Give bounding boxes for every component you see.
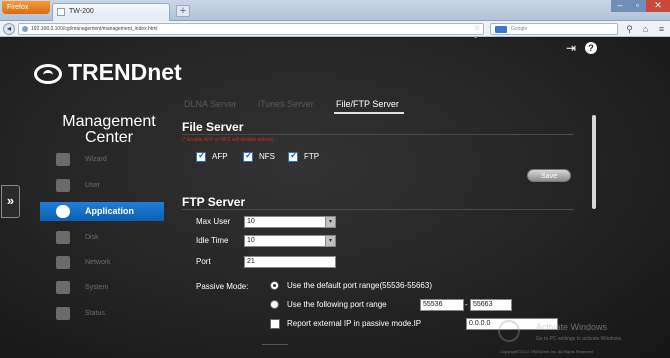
sidebar-item-label: Disk <box>85 234 99 241</box>
chevron-down-icon: ▾ <box>325 217 335 227</box>
url-input[interactable]: 192.168.0.100/cgi/management/management_… <box>18 23 484 52</box>
search-engine-icon[interactable] <box>495 26 507 33</box>
browser-tab-title: TW-200 <box>69 8 94 15</box>
divider <box>182 209 574 210</box>
tab-dlna-server[interactable]: DLNA Server <box>184 98 237 110</box>
chevron-down-icon: ▾ <box>325 236 335 246</box>
logo-text: TRENDnet <box>68 59 182 85</box>
tab-file-ftp-server[interactable]: File/FTP Server <box>336 98 399 110</box>
window-close-button[interactable]: ✕ <box>646 0 670 12</box>
trendnet-logo-icon <box>34 64 62 84</box>
sidebar-item-user[interactable]: User <box>40 176 164 195</box>
sign-out-icon[interactable]: ⇥ <box>566 42 578 54</box>
scrollbar-thumb[interactable] <box>592 115 596 209</box>
tab-itunes-server[interactable]: iTunes Server <box>258 98 314 110</box>
wizard-icon <box>56 153 70 166</box>
browser-nav-bar: ◂ 192.168.0.100/cgi/management/managemen… <box>0 21 670 52</box>
menu-icon[interactable]: ≡ <box>656 24 667 35</box>
system-icon <box>56 281 70 294</box>
site-identity-icon[interactable] <box>22 26 28 32</box>
sidebar-item-system[interactable]: System <box>40 278 164 297</box>
user-icon <box>56 179 70 192</box>
max-user-label: Max User <box>196 217 231 226</box>
sidebar-title-line1: Management <box>62 113 156 130</box>
activate-windows-subtitle: Go to PC settings to activate Windows. <box>536 336 623 342</box>
sidebar-title: Management Center <box>40 114 178 146</box>
sidebar-item-disk[interactable]: Disk <box>40 228 164 247</box>
watermark-logo-icon <box>498 320 520 342</box>
copyright-text: Copyright©2013 TRENDnet Inc. All Rights … <box>500 349 593 354</box>
passive-default-label: Use the default port range(55536-55663) <box>287 281 432 290</box>
help-icon[interactable]: ? <box>585 42 597 54</box>
report-ip-checkbox[interactable] <box>270 319 280 329</box>
page-content: TRENDnet ⇥ ? Management Center Wizard Us… <box>0 38 670 358</box>
window-minimize-button[interactable]: – <box>611 0 629 12</box>
firefox-menu-button[interactable]: Firefox <box>2 1 50 14</box>
browser-tab[interactable]: TW-200 <box>52 3 170 21</box>
divider <box>182 134 574 135</box>
activate-windows-title: Activate Windows <box>536 322 608 332</box>
afp-label: AFP <box>212 152 228 161</box>
home-icon[interactable]: ⌂ <box>640 24 651 35</box>
sidebar-item-label: User <box>85 182 100 189</box>
search-input[interactable]: Google <box>490 23 618 35</box>
save-button[interactable]: Save <box>527 169 571 182</box>
disk-icon <box>56 231 70 244</box>
passive-custom-radio[interactable] <box>270 300 279 309</box>
file-server-note: (* Enable AFP or NFS will disable eplock… <box>182 137 274 143</box>
sidebar-item-label: Network <box>85 259 111 266</box>
ftp-label: FTP <box>304 152 320 161</box>
ftp-server-title: FTP Server <box>182 195 246 209</box>
idle-time-select[interactable]: 10 ▾ <box>244 235 336 247</box>
divider <box>262 344 288 345</box>
sidebar-title-line2: Center <box>84 129 134 146</box>
active-tab-indicator <box>334 112 404 114</box>
sidebar-item-status[interactable]: Status <box>40 304 164 323</box>
passive-mode-label: Passive Mode: <box>196 282 249 291</box>
port-range-start-input[interactable]: 55536 <box>420 299 464 311</box>
afp-checkbox[interactable] <box>196 150 206 162</box>
idle-time-label: Idle Time <box>196 236 229 245</box>
application-icon <box>56 205 70 218</box>
browser-tab-bar: Firefox TW-200 + – ▫ ✕ <box>0 0 670 21</box>
passive-custom-label: Use the following port range <box>287 300 387 309</box>
port-label: Port <box>196 257 211 266</box>
status-icon <box>56 307 70 320</box>
sidebar-item-label: Application <box>85 206 134 216</box>
passive-default-radio[interactable] <box>270 281 279 290</box>
window-maximize-button[interactable]: ▫ <box>629 0 646 12</box>
sidebar-expand-button[interactable]: » <box>1 185 20 218</box>
sidebar-item-application[interactable]: Application <box>40 202 164 221</box>
sidebar-item-network[interactable]: Network <box>40 253 164 272</box>
max-user-value: 10 <box>247 218 255 225</box>
sidebar-item-label: Wizard <box>85 156 107 163</box>
max-user-select[interactable]: 10 ▾ <box>244 216 336 228</box>
port-input[interactable]: 21 <box>244 256 336 268</box>
report-ip-label: Report external IP in passive mode.IP <box>287 319 422 328</box>
idle-time-value: 10 <box>247 237 255 244</box>
file-server-title: File Server <box>182 120 244 134</box>
url-text: 192.168.0.100/cgi/management/management_… <box>31 26 158 32</box>
search-placeholder: Google <box>511 26 528 32</box>
new-tab-button[interactable]: + <box>176 5 190 17</box>
sidebar-item-wizard[interactable]: Wizard <box>40 150 164 169</box>
nfs-checkbox[interactable] <box>243 150 253 162</box>
network-icon <box>56 256 70 269</box>
sidebar-item-label: System <box>85 284 109 291</box>
back-arrow-icon[interactable]: ◂ <box>3 23 15 35</box>
sidebar-item-label: Status <box>85 310 105 317</box>
search-icon[interactable]: ⚲ <box>624 24 635 35</box>
nfs-label: NFS <box>259 152 275 161</box>
port-range-end-input[interactable]: 55663 <box>470 299 512 311</box>
ftp-checkbox[interactable] <box>288 150 298 162</box>
tab-favicon-icon <box>57 8 65 16</box>
port-range-dash: - <box>465 300 468 309</box>
